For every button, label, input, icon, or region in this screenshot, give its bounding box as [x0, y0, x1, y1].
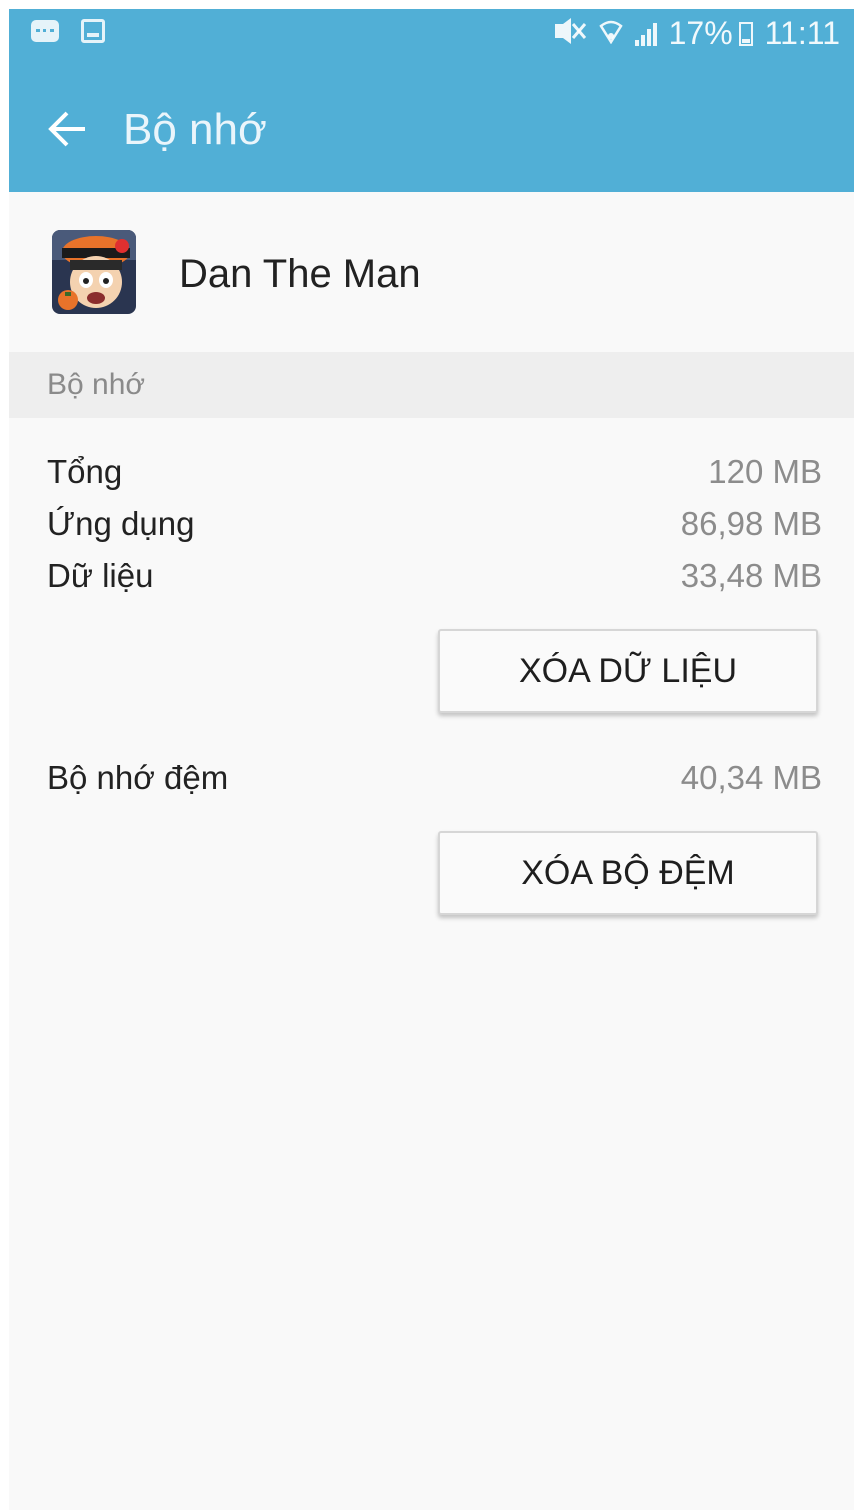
storage-row-value: 86,98 MB: [680, 505, 822, 542]
message-icon: [31, 20, 59, 42]
app-bar: Bộ nhớ: [9, 79, 854, 179]
page-title: Bộ nhớ: [123, 105, 267, 154]
app-icon: [52, 230, 136, 314]
clock: 11:11: [764, 15, 840, 51]
app-info-row: Dan The Man: [9, 192, 854, 352]
header: 17% 11:11 Bộ nhớ: [9, 9, 854, 192]
arrow-left-icon[interactable]: [45, 107, 89, 151]
cache-value: 40,34 MB: [680, 759, 822, 796]
cache-row: Bộ nhớ đệm 40,34 MB: [47, 759, 822, 803]
clear-cache-button[interactable]: XÓA BỘ ĐỆM: [438, 831, 818, 915]
system-icons: 17% 11:11: [553, 15, 840, 52]
storage-row-total: Tổng 120 MB: [47, 453, 822, 497]
section-title: Bộ nhớ: [47, 368, 146, 401]
signal-icon: [634, 22, 657, 46]
storage-row-data: Dữ liệu 33,48 MB: [47, 557, 822, 601]
clear-data-button[interactable]: XÓA DỮ LIỆU: [438, 629, 818, 713]
storage-row-label: Tổng: [47, 453, 123, 490]
storage-row-app: Ứng dụng 86,98 MB: [47, 505, 822, 549]
storage-row-value: 120 MB: [708, 453, 822, 490]
storage-row-value: 33,48 MB: [680, 557, 822, 594]
app-name: Dan The Man: [179, 252, 421, 296]
image-icon: [81, 19, 105, 43]
storage-row-label: Dữ liệu: [47, 557, 154, 594]
storage-screen: 17% 11:11 Bộ nhớ Dan The Man Bộ nhớ Tổng…: [9, 9, 854, 1510]
notification-icons: [31, 19, 105, 43]
mute-icon: [553, 17, 587, 50]
storage-row-label: Ứng dụng: [47, 505, 195, 542]
battery-percent: 17%: [668, 15, 733, 51]
status-bar: 17% 11:11: [9, 9, 854, 59]
wifi-icon: [598, 18, 623, 49]
battery-icon: [738, 21, 753, 46]
section-header-storage: Bộ nhớ: [9, 352, 854, 418]
cache-label: Bộ nhớ đệm: [47, 759, 229, 796]
